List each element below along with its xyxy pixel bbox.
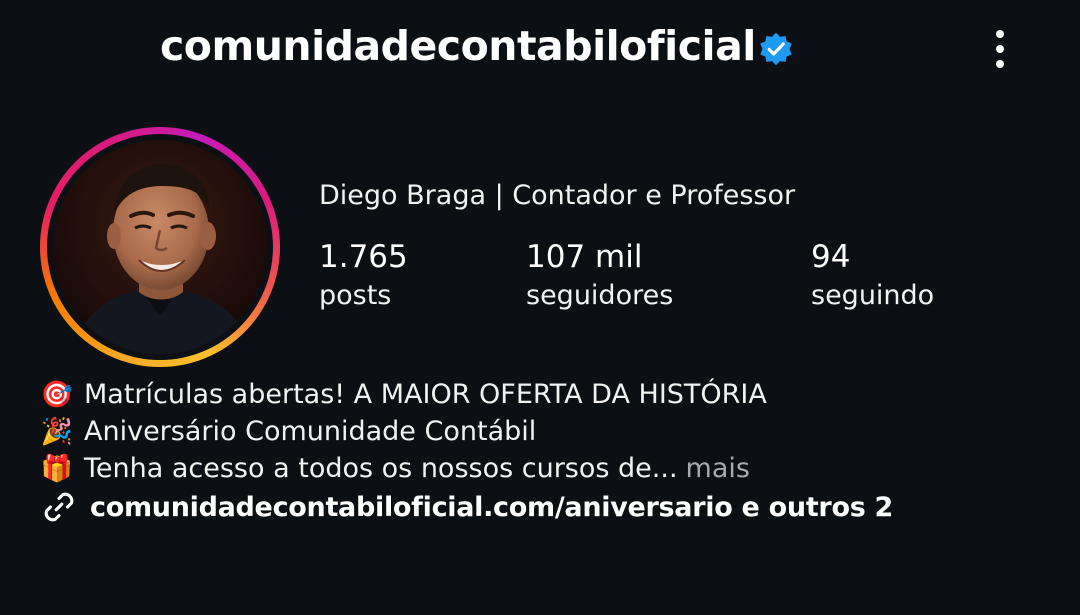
profile-link-text: comunidadecontabiloficial.com/aniversari…	[90, 491, 894, 523]
bio-line-3: 🎁 Tenha acesso a todos os nossos cursos …	[40, 450, 767, 487]
posts-label: posts	[319, 280, 392, 311]
profile-link[interactable]: comunidadecontabiloficial.com/aniversari…	[40, 488, 893, 526]
profile-header: comunidadecontabiloficial	[0, 0, 1080, 100]
avatar-ring-gap	[47, 134, 273, 360]
avatar	[53, 140, 267, 354]
more-vertical-icon	[996, 30, 1004, 38]
username: comunidadecontabiloficial	[160, 22, 756, 70]
profile-photo	[53, 140, 267, 354]
bio-line-2: 🎉 Aniversário Comunidade Contábil	[40, 413, 767, 450]
following-count: 94	[811, 239, 851, 275]
profile-bio: 🎯 Matrículas abertas! A MAIOR OFERTA DA …	[40, 376, 767, 487]
posts-count: 1.765	[319, 239, 408, 275]
avatar-story-ring[interactable]	[40, 127, 280, 367]
verified-badge-icon	[760, 32, 792, 66]
followers-count: 107 mil	[526, 239, 643, 275]
party-popper-icon: 🎉	[40, 416, 74, 447]
bio-more-link[interactable]: mais	[686, 450, 750, 487]
more-vertical-dot	[996, 60, 1004, 68]
stat-posts[interactable]: 1.765 posts	[319, 238, 408, 316]
gift-icon: 🎁	[40, 453, 74, 484]
link-icon	[44, 492, 74, 522]
bio-line-3-text: Tenha acesso a todos os nossos cursos de…	[84, 453, 678, 484]
profile-full-name: Diego Braga | Contador e Professor	[319, 180, 796, 211]
stat-followers[interactable]: 107 mil seguidores	[526, 238, 673, 316]
stat-following[interactable]: 94 seguindo	[811, 238, 934, 316]
bio-line-1-text: Matrículas abertas! A MAIOR OFERTA DA HI…	[84, 379, 767, 410]
more-vertical-dot	[996, 45, 1004, 53]
followers-label: seguidores	[526, 280, 674, 311]
bio-line-2-text: Aniversário Comunidade Contábil	[84, 416, 537, 447]
bio-line-1: 🎯 Matrículas abertas! A MAIOR OFERTA DA …	[40, 376, 767, 413]
following-label: seguindo	[811, 280, 935, 311]
target-icon: 🎯	[40, 379, 74, 410]
more-options-button[interactable]	[982, 26, 1018, 72]
